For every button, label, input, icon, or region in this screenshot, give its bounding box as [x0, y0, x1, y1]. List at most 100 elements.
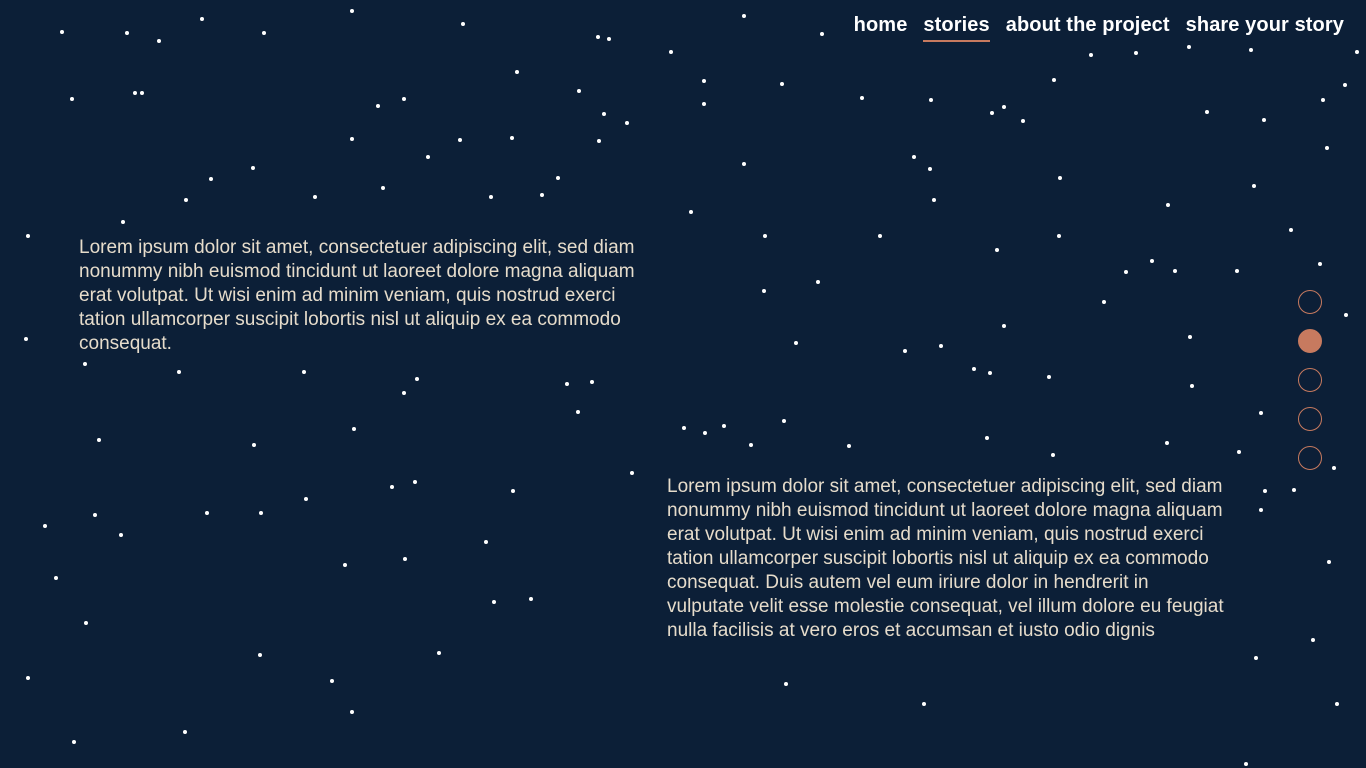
star-dot — [259, 511, 263, 515]
star-dot — [903, 349, 907, 353]
star-dot — [43, 524, 47, 528]
star-dot — [403, 557, 407, 561]
star-dot — [70, 97, 74, 101]
star-dot — [1259, 411, 1263, 415]
star-dot — [209, 177, 213, 181]
nav-stories[interactable]: stories — [923, 14, 990, 42]
star-dot — [1187, 45, 1191, 49]
story-text-1: Lorem ipsum dolor sit amet, consectetuer… — [79, 237, 635, 354]
star-dot — [26, 676, 30, 680]
star-dot — [763, 234, 767, 238]
pagination-dot-3[interactable] — [1298, 368, 1322, 392]
pagination-dot-1[interactable] — [1298, 290, 1322, 314]
star-dot — [794, 341, 798, 345]
star-dot — [682, 426, 686, 430]
star-dot — [1249, 48, 1253, 52]
nav-share-your-story[interactable]: share your story — [1186, 14, 1344, 42]
star-dot — [630, 471, 634, 475]
star-dot — [484, 540, 488, 544]
star-dot — [426, 155, 430, 159]
star-dot — [932, 198, 936, 202]
star-dot — [689, 210, 693, 214]
nav-home[interactable]: home — [854, 14, 908, 42]
star-dot — [1252, 184, 1256, 188]
pagination-dot-5[interactable] — [1298, 446, 1322, 470]
star-dot — [939, 344, 943, 348]
star-dot — [121, 220, 125, 224]
star-dot — [878, 234, 882, 238]
star-dot — [669, 50, 673, 54]
star-dot — [125, 31, 129, 35]
star-dot — [133, 91, 137, 95]
star-dot — [492, 600, 496, 604]
star-dot — [1262, 118, 1266, 122]
star-dot — [607, 37, 611, 41]
star-dot — [1002, 105, 1006, 109]
star-dot — [922, 702, 926, 706]
star-dot — [929, 98, 933, 102]
star-dot — [1021, 119, 1025, 123]
star-dot — [1343, 83, 1347, 87]
star-dot — [702, 79, 706, 83]
star-dot — [1052, 78, 1056, 82]
star-dot — [1292, 488, 1296, 492]
story-pagination — [1298, 290, 1322, 470]
star-dot — [72, 740, 76, 744]
star-dot — [200, 17, 204, 21]
star-dot — [1047, 375, 1051, 379]
story-text-2: Lorem ipsum dolor sit amet, consectetuer… — [667, 476, 1224, 641]
star-dot — [576, 410, 580, 414]
star-dot — [26, 234, 30, 238]
star-dot — [847, 444, 851, 448]
star-dot — [597, 139, 601, 143]
star-dot — [350, 9, 354, 13]
star-dot — [1325, 146, 1329, 150]
star-dot — [1190, 384, 1194, 388]
star-dot — [1057, 234, 1061, 238]
star-dot — [1237, 450, 1241, 454]
star-dot — [302, 370, 306, 374]
star-dot — [1254, 656, 1258, 660]
star-dot — [1235, 269, 1239, 273]
star-dot — [1124, 270, 1128, 274]
pagination-dot-4[interactable] — [1298, 407, 1322, 431]
star-dot — [330, 679, 334, 683]
star-dot — [1335, 702, 1339, 706]
star-dot — [1166, 203, 1170, 207]
star-dot — [24, 337, 28, 341]
star-dot — [1355, 50, 1359, 54]
star-dot — [1259, 508, 1263, 512]
star-dot — [1332, 466, 1336, 470]
pagination-dot-2[interactable] — [1298, 329, 1322, 353]
starfield-background — [0, 0, 1366, 768]
star-dot — [860, 96, 864, 100]
star-dot — [381, 186, 385, 190]
star-dot — [304, 497, 308, 501]
nav-about-the-project[interactable]: about the project — [1006, 14, 1170, 42]
star-dot — [1058, 176, 1062, 180]
star-dot — [703, 431, 707, 435]
star-dot — [402, 97, 406, 101]
star-dot — [1134, 51, 1138, 55]
star-dot — [1344, 313, 1348, 317]
star-dot — [415, 377, 419, 381]
star-dot — [1311, 638, 1315, 642]
star-dot — [343, 563, 347, 567]
star-dot — [60, 30, 64, 34]
star-dot — [252, 443, 256, 447]
star-dot — [596, 35, 600, 39]
star-dot — [83, 362, 87, 366]
star-dot — [390, 485, 394, 489]
star-dot — [515, 70, 519, 74]
star-dot — [84, 621, 88, 625]
star-dot — [749, 443, 753, 447]
star-dot — [119, 533, 123, 537]
star-dot — [625, 121, 629, 125]
star-dot — [352, 427, 356, 431]
star-dot — [183, 730, 187, 734]
star-dot — [350, 137, 354, 141]
star-dot — [762, 289, 766, 293]
star-dot — [177, 370, 181, 374]
star-dot — [985, 436, 989, 440]
star-dot — [1321, 98, 1325, 102]
